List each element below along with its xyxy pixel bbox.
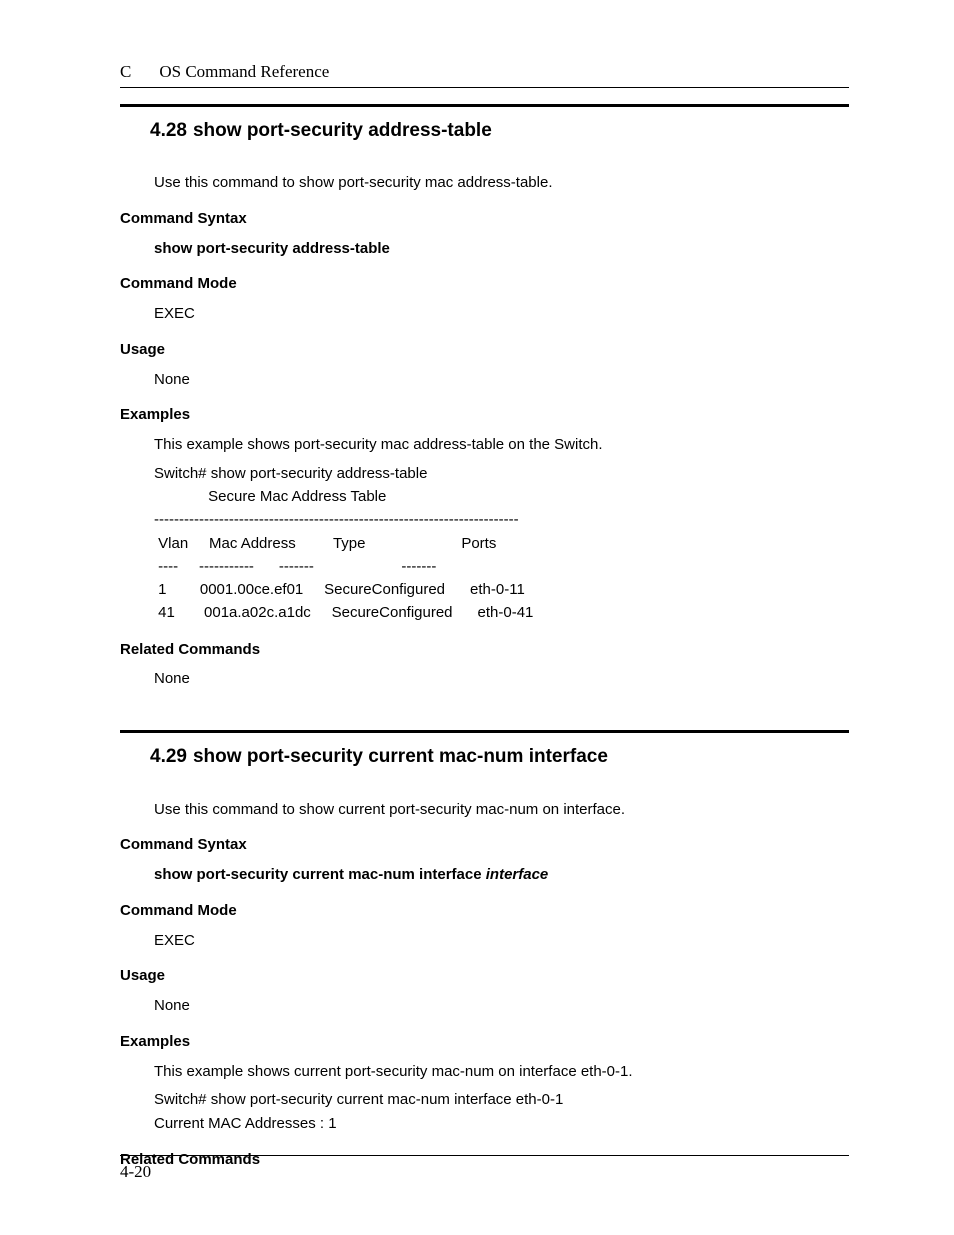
example-intro-428: This example shows port-security mac add… (154, 434, 849, 456)
page-footer: 4-20 (120, 1155, 849, 1185)
section-428-intro: Use this command to show port-security m… (154, 172, 849, 194)
mode-heading: Command Mode (120, 273, 849, 295)
usage-heading: Usage (120, 339, 849, 361)
syntax-429: show port-security current mac-num inter… (154, 864, 849, 886)
page-number: 4-20 (120, 1162, 151, 1181)
section-number: 4.29 (150, 746, 187, 767)
section-title-text: show port-security current mac-num inter… (193, 746, 608, 767)
mode-heading: Command Mode (120, 900, 849, 922)
examples-heading: Examples (120, 404, 849, 426)
section-heading-428: 4.28 show port-security address-table (150, 117, 849, 145)
header-title: OS Command Reference (159, 60, 329, 85)
syntax-arg: interface (486, 866, 549, 883)
syntax-heading: Command Syntax (120, 834, 849, 856)
mode-428: EXEC (154, 303, 849, 325)
section-429-intro: Use this command to show current port-se… (154, 799, 849, 821)
usage-428: None (154, 369, 849, 391)
example-intro-429: This example shows current port-security… (154, 1061, 849, 1083)
related-heading: Related Commands (120, 639, 849, 661)
chapter-letter: C (120, 60, 131, 85)
syntax-fixed: show port-security current mac-num inter… (154, 866, 486, 883)
running-header: C OS Command Reference (120, 60, 849, 88)
section-title-text: show port-security address-table (193, 120, 492, 141)
syntax-428: show port-security address-table (154, 238, 849, 260)
example-output-428: Switch# show port-security address-table… (154, 462, 849, 625)
section-rule (120, 730, 849, 733)
syntax-heading: Command Syntax (120, 208, 849, 230)
section-heading-429: 4.29 show port-security current mac-num i… (150, 743, 849, 771)
mode-429: EXEC (154, 930, 849, 952)
examples-heading: Examples (120, 1031, 849, 1053)
usage-429: None (154, 995, 849, 1017)
usage-heading: Usage (120, 965, 849, 987)
section-number: 4.28 (150, 120, 187, 141)
example-output-429: Switch# show port-security current mac-n… (154, 1088, 849, 1135)
related-428: None (154, 668, 849, 690)
section-rule (120, 104, 849, 107)
